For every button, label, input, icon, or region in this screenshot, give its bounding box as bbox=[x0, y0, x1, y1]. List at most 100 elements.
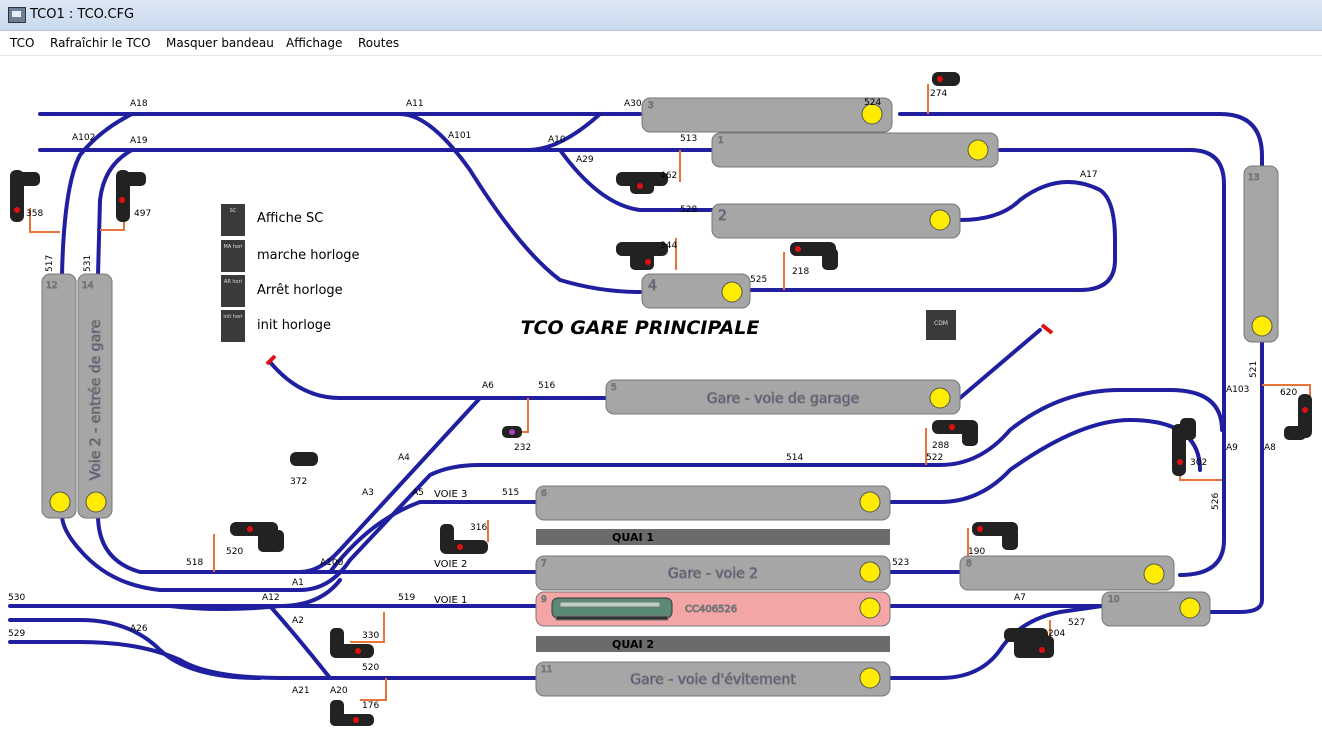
svg-text:VOIE 2: VOIE 2 bbox=[434, 559, 467, 570]
svg-text:A101: A101 bbox=[448, 131, 471, 141]
svg-text:A21: A21 bbox=[292, 686, 310, 696]
block-11: 11 Gare - voie d'évitement bbox=[535, 661, 891, 697]
locomotive-icon bbox=[551, 597, 673, 621]
window-title: TCO1 : TCO.CFG bbox=[30, 7, 135, 22]
svg-text:Voie 2 - entrée de gare: Voie 2 - entrée de gare bbox=[88, 320, 104, 480]
affiche-sc-button[interactable]: SC bbox=[221, 204, 245, 236]
svg-text:232: 232 bbox=[514, 443, 531, 453]
svg-text:13: 13 bbox=[1248, 173, 1259, 183]
svg-text:A17: A17 bbox=[1080, 170, 1098, 180]
block-7: 7 Gare - voie 2 bbox=[535, 555, 891, 591]
svg-text:6: 6 bbox=[541, 489, 547, 499]
svg-text:5: 5 bbox=[611, 383, 617, 393]
cdm-button[interactable]: CDM bbox=[926, 310, 956, 340]
svg-text:462: 462 bbox=[660, 171, 677, 181]
signal-302: 302 bbox=[1172, 418, 1207, 476]
svg-text:A26: A26 bbox=[130, 624, 148, 634]
svg-text:A20: A20 bbox=[330, 686, 348, 696]
menu-tco[interactable]: TCO bbox=[10, 36, 34, 50]
svg-text:519: 519 bbox=[398, 593, 415, 603]
buffer-stop-left bbox=[265, 354, 277, 366]
signal-218: 218 bbox=[790, 242, 838, 277]
svg-text:288: 288 bbox=[932, 441, 949, 451]
marche-horloge-label: marche horloge bbox=[257, 248, 360, 263]
menu-masquer-bandeau[interactable]: Masquer bandeau bbox=[166, 36, 274, 50]
affiche-sc-label: Affiche SC bbox=[257, 211, 324, 226]
svg-text:VOIE 1: VOIE 1 bbox=[434, 595, 467, 606]
arret-horloge-button[interactable]: AR hori bbox=[221, 275, 245, 307]
signal-462: 462 bbox=[616, 171, 677, 194]
marche-horloge-button[interactable]: MA hori bbox=[221, 240, 245, 272]
svg-text:Gare - voie 2: Gare - voie 2 bbox=[668, 566, 758, 582]
signal-176: 176 bbox=[330, 700, 379, 726]
block-14: 14 Voie 2 - entrée de gare bbox=[77, 273, 113, 519]
svg-text:330: 330 bbox=[362, 631, 379, 641]
svg-text:12: 12 bbox=[46, 281, 57, 291]
quai-1-label: QUAI 1 bbox=[612, 531, 654, 544]
svg-text:A5: A5 bbox=[412, 488, 424, 498]
signal-274: 274 bbox=[930, 72, 960, 99]
svg-text:497: 497 bbox=[134, 209, 151, 219]
svg-text:10: 10 bbox=[1108, 595, 1120, 605]
svg-text:14: 14 bbox=[82, 281, 94, 291]
title-bar: TCO1 : TCO.CFG bbox=[0, 0, 1322, 31]
quai-2-label: QUAI 2 bbox=[612, 638, 654, 651]
svg-text:7: 7 bbox=[541, 559, 547, 569]
svg-text:VOIE 3: VOIE 3 bbox=[434, 489, 467, 500]
svg-text:531: 531 bbox=[83, 255, 93, 272]
svg-text:A30: A30 bbox=[624, 99, 642, 109]
menu-bar: TCO Rafraîchir le TCO Masquer bandeau Af… bbox=[0, 31, 1322, 56]
menu-rafraichir[interactable]: Rafraîchir le TCO bbox=[50, 36, 151, 50]
svg-text:515: 515 bbox=[502, 488, 519, 498]
svg-text:11: 11 bbox=[541, 665, 552, 675]
buffer-stop-right bbox=[1040, 323, 1054, 335]
signal-497: 497 bbox=[116, 170, 151, 222]
arret-horloge-label: Arrêt horloge bbox=[257, 283, 343, 298]
svg-text:528: 528 bbox=[680, 205, 697, 215]
svg-text:2: 2 bbox=[718, 208, 727, 224]
svg-text:526: 526 bbox=[1211, 493, 1221, 510]
svg-text:4: 4 bbox=[648, 278, 657, 294]
svg-text:A18: A18 bbox=[130, 99, 148, 109]
svg-text:A103: A103 bbox=[1226, 385, 1249, 395]
tco-heading: TCO GARE PRINCIPALE bbox=[521, 317, 760, 339]
svg-text:A100: A100 bbox=[320, 558, 344, 568]
init-horloge-button[interactable]: init hori bbox=[221, 310, 245, 342]
svg-text:344: 344 bbox=[660, 241, 677, 251]
svg-text:302: 302 bbox=[1190, 458, 1207, 468]
svg-text:A10: A10 bbox=[548, 135, 566, 145]
signal-232: 232 bbox=[502, 426, 531, 453]
svg-text:1: 1 bbox=[718, 136, 724, 146]
svg-text:520: 520 bbox=[226, 547, 243, 557]
svg-text:Gare - voie de garage: Gare - voie de garage bbox=[707, 391, 860, 407]
svg-text:514: 514 bbox=[786, 453, 803, 463]
init-horloge-label: init horloge bbox=[257, 318, 332, 333]
svg-text:A1: A1 bbox=[292, 578, 304, 588]
signal-372: 372 bbox=[290, 452, 318, 487]
svg-text:513: 513 bbox=[680, 134, 697, 144]
svg-text:A7: A7 bbox=[1014, 593, 1026, 603]
svg-text:A6: A6 bbox=[482, 381, 494, 391]
svg-text:521: 521 bbox=[1249, 361, 1259, 378]
svg-text:204: 204 bbox=[1048, 629, 1065, 639]
signal-204: 204 bbox=[1004, 628, 1065, 658]
block-1: 1 bbox=[711, 132, 999, 168]
block-8: 8 bbox=[959, 555, 1175, 591]
block-12: 12 bbox=[41, 273, 77, 519]
svg-text:523: 523 bbox=[892, 558, 909, 568]
signal-620: 620 bbox=[1280, 388, 1312, 440]
block-2: 2 bbox=[711, 203, 961, 239]
svg-text:524: 524 bbox=[864, 98, 881, 108]
svg-text:274: 274 bbox=[930, 89, 947, 99]
menu-routes[interactable]: Routes bbox=[358, 36, 399, 50]
svg-text:8: 8 bbox=[966, 559, 972, 569]
svg-text:516: 516 bbox=[538, 381, 555, 391]
svg-text:517: 517 bbox=[45, 255, 55, 272]
svg-text:Gare - voie d'évitement: Gare - voie d'évitement bbox=[630, 672, 796, 688]
svg-text:525: 525 bbox=[750, 275, 767, 285]
signal-190: 190 bbox=[968, 522, 1018, 557]
svg-text:A12: A12 bbox=[262, 593, 280, 603]
svg-text:530: 530 bbox=[8, 593, 25, 603]
menu-affichage[interactable]: Affichage bbox=[286, 36, 342, 50]
svg-text:176: 176 bbox=[362, 701, 379, 711]
